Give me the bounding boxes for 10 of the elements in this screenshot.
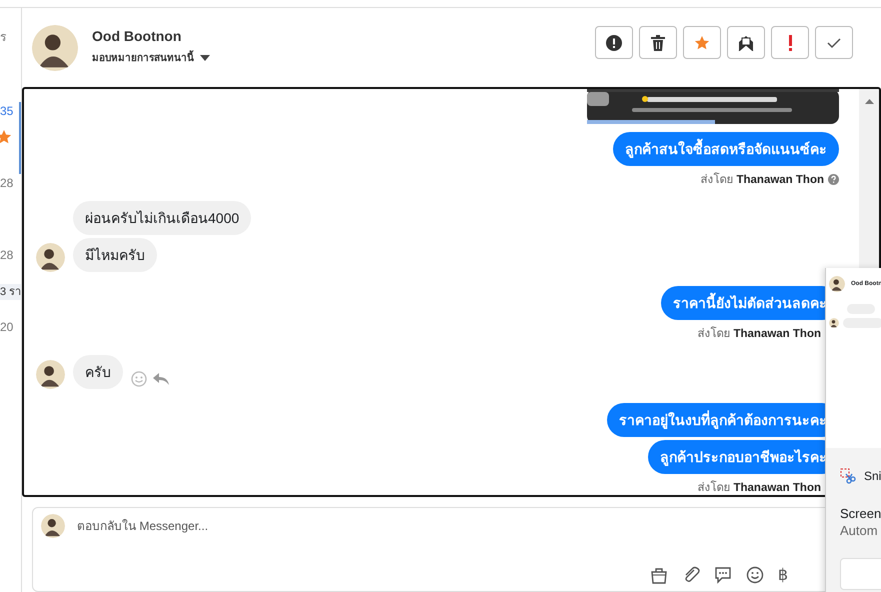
sent-by-label: ส่งโดย Thanawan Thon [697,326,821,342]
message-bubble: ครับ [73,355,123,390]
sent-by-label: ส่งโดย Thanawan Thon [700,172,824,188]
message-bubble: ลูกค้าสนใจซื้อสดหรือจัดแนนซ์คะ [613,132,839,166]
message-bubble: มีไหมครับ [73,238,157,272]
placeholder-text: ตอบกลับใน Messenger... [77,518,208,536]
message-bubble: ผ่อนครับไม่เกินเดือน4000 [73,201,252,236]
contact-name: Ood Bootnon [92,28,182,44]
app-name: Sni [864,469,881,483]
sent-by-label: ส่งโดย Thanawan Thon [697,480,821,495]
